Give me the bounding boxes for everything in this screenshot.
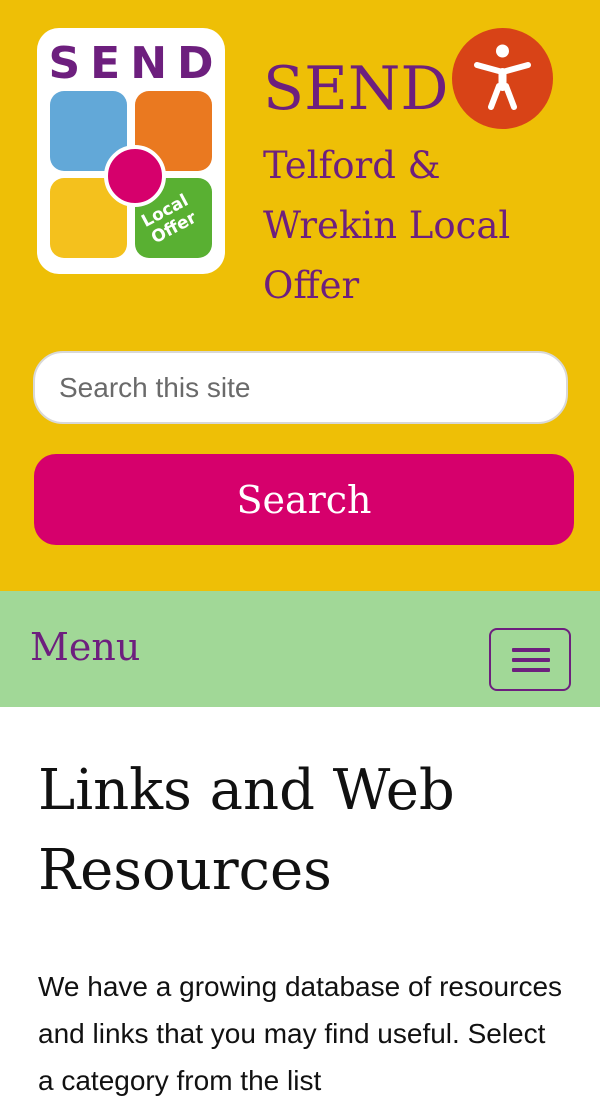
site-subtitle: Telford & Wrekin Local Offer [263, 144, 511, 307]
accessibility-button[interactable] [452, 28, 553, 129]
search-input[interactable] [33, 351, 568, 424]
site-logo[interactable]: SEND Local Offer [37, 28, 225, 274]
main-navigation: Menu [0, 591, 600, 707]
menu-label: Menu [30, 625, 141, 669]
page-title: Links and Web Resources [38, 758, 455, 903]
site-title: SEND [263, 54, 449, 124]
accessibility-person-icon [474, 44, 531, 110]
logo-word: SEND [48, 38, 224, 89]
main-content: Links and Web Resources We have a growin… [0, 707, 600, 1104]
logo-center-dot [104, 145, 166, 207]
intro-paragraph: We have a growing database of resources … [38, 971, 563, 1096]
search-button[interactable]: Search [34, 454, 574, 545]
site-header: SEND Local Offer SEND Telford & Wrekin L… [0, 0, 600, 591]
menu-toggle-button[interactable] [489, 628, 571, 691]
